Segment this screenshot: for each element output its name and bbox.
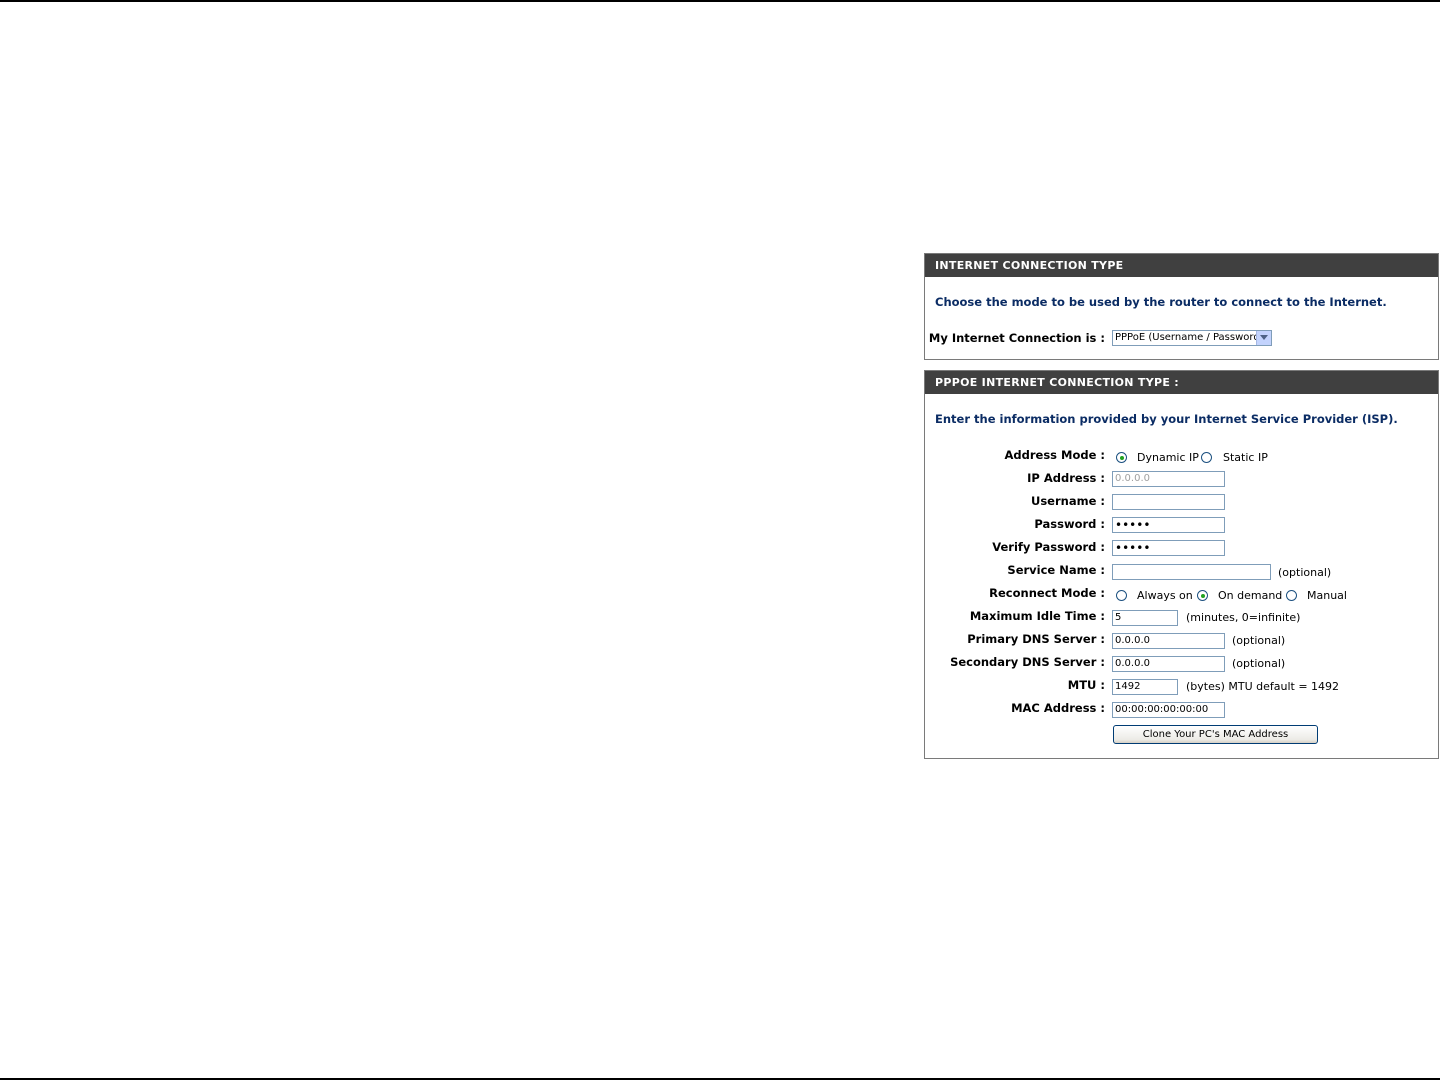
- connection-type-label: My Internet Connection is :: [928, 331, 1105, 345]
- mtu-field[interactable]: 1492: [1112, 679, 1178, 695]
- pppoe-connection-panel: PPPOE INTERNET CONNECTION TYPE : Enter t…: [924, 370, 1439, 759]
- service-name-label: Service Name :: [1007, 563, 1105, 577]
- password-label: Password :: [1034, 517, 1105, 531]
- primary-dns-label: Primary DNS Server :: [967, 632, 1105, 646]
- reconnect-on-demand-radio[interactable]: [1197, 590, 1208, 601]
- username-field[interactable]: [1112, 494, 1225, 510]
- reconnect-on-demand-label: On demand: [1218, 589, 1283, 602]
- page-top-rule: [0, 0, 1440, 2]
- reconnect-always-on-label: Always on: [1137, 589, 1193, 602]
- connection-type-value: PPPoE (Username / Password): [1115, 332, 1264, 343]
- address-mode-label: Address Mode :: [1004, 448, 1105, 462]
- mtu-note: (bytes) MTU default = 1492: [1186, 680, 1340, 693]
- max-idle-time-label: Maximum Idle Time :: [969, 609, 1105, 623]
- max-idle-time-field[interactable]: 5: [1112, 610, 1178, 626]
- address-mode-dynamic-radio[interactable]: [1116, 452, 1127, 463]
- reconnect-manual-label: Manual: [1307, 589, 1347, 602]
- reconnect-manual-radio[interactable]: [1286, 590, 1297, 601]
- secondary-dns-note: (optional): [1232, 657, 1286, 670]
- address-mode-static-label: Static IP: [1223, 451, 1268, 464]
- ip-address-field[interactable]: 0.0.0.0: [1112, 471, 1225, 487]
- secondary-dns-label: Secondary DNS Server :: [950, 655, 1105, 669]
- connection-type-select[interactable]: PPPoE (Username / Password): [1112, 330, 1272, 346]
- secondary-dns-field[interactable]: 0.0.0.0: [1112, 656, 1225, 672]
- max-idle-time-note: (minutes, 0=infinite): [1186, 611, 1301, 624]
- verify-password-label: Verify Password :: [992, 540, 1105, 554]
- primary-dns-note: (optional): [1232, 634, 1286, 647]
- password-field[interactable]: •••••: [1112, 517, 1225, 533]
- internet-connection-type-panel: INTERNET CONNECTION TYPE Choose the mode…: [924, 253, 1439, 360]
- username-label: Username :: [1031, 494, 1105, 508]
- clone-mac-address-button[interactable]: Clone Your PC's MAC Address: [1113, 725, 1318, 744]
- panel-intro-text: Choose the mode to be used by the router…: [935, 295, 1387, 309]
- mac-address-field[interactable]: 00:00:00:00:00:00: [1112, 702, 1225, 718]
- primary-dns-field[interactable]: 0.0.0.0: [1112, 633, 1225, 649]
- panel-header: INTERNET CONNECTION TYPE: [925, 254, 1438, 277]
- service-name-field[interactable]: [1112, 564, 1271, 580]
- address-mode-dynamic-label: Dynamic IP: [1137, 451, 1199, 464]
- page-bottom-rule: [0, 1078, 1440, 1080]
- mac-address-label: MAC Address :: [1011, 701, 1105, 715]
- verify-password-field[interactable]: •••••: [1112, 540, 1225, 556]
- panel-intro-text: Enter the information provided by your I…: [935, 412, 1398, 426]
- reconnect-always-on-radio[interactable]: [1116, 590, 1127, 601]
- chevron-down-icon[interactable]: [1256, 331, 1271, 345]
- mtu-label: MTU :: [1067, 678, 1105, 692]
- panel-header: PPPOE INTERNET CONNECTION TYPE :: [925, 371, 1438, 394]
- address-mode-static-radio[interactable]: [1201, 452, 1212, 463]
- reconnect-mode-label: Reconnect Mode :: [989, 586, 1105, 600]
- ip-address-label: IP Address :: [1027, 471, 1105, 485]
- service-name-note: (optional): [1278, 566, 1332, 579]
